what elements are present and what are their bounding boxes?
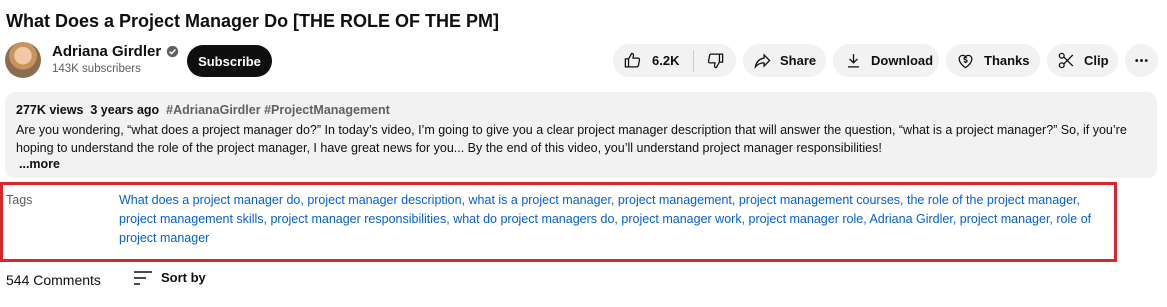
download-icon [847,54,860,68]
tag-link[interactable]: project management skills [119,212,264,226]
sort-icon[interactable] [133,269,153,287]
clip-label: Clip [1084,53,1109,68]
thanks-button[interactable]: Thanks [946,44,1040,77]
thumbs-up-icon [624,52,641,68]
download-button[interactable]: Download [833,44,939,77]
like-count: 6.2K [652,53,680,68]
comments-header: 544 Comments Sort by [0,268,1167,298]
sort-by-button[interactable]: Sort by [161,270,206,285]
tag-link[interactable]: project management [618,193,732,207]
tag-link[interactable]: what do project managers do [453,212,614,226]
tag-separator: , [731,193,739,207]
subscriber-count: 143K subscribers [52,63,141,75]
super-thanks-icon [958,54,973,69]
tags-list: What does a project manager do, project … [119,191,1104,248]
share-button[interactable]: Share [743,44,826,77]
more-actions-button[interactable] [1125,44,1158,77]
channel-info: Adriana Girdler 143K subscribers [52,43,179,75]
tag-link[interactable]: Adriana Girdler [869,212,952,226]
tag-separator: , [461,193,469,207]
verified-icon [167,45,179,58]
subscribe-button[interactable]: Subscribe [187,45,272,77]
show-more-link[interactable]: ...more [19,157,60,171]
channel-name-row: Adriana Girdler [52,43,179,60]
tag-separator: , [900,193,907,207]
tag-link[interactable]: project manager description [307,193,461,207]
share-label: Share [780,53,817,68]
video-title: What Does a Project Manager Do [THE ROLE… [6,11,500,31]
more-horizontal-icon [1135,59,1148,62]
tag-separator: , [610,193,618,207]
dislike-button[interactable] [694,44,736,77]
hashtags[interactable]: #AdrianaGirdler #ProjectManagement [166,103,390,117]
thanks-label: Thanks [984,53,1030,68]
tag-link[interactable]: project manager [960,212,1050,226]
thumbs-down-icon [707,53,723,69]
download-label: Download [871,53,934,68]
scissors-icon [1058,52,1074,69]
clip-button[interactable]: Clip [1047,44,1118,77]
tag-link[interactable]: project manager work [621,212,741,226]
description-box[interactable]: 277K views 3 years ago #AdrianaGirdler #… [5,92,1157,178]
tag-link[interactable]: What does a project manager do [119,193,300,207]
like-dislike-group: 6.2K [613,44,736,77]
like-button[interactable]: 6.2K [613,44,693,77]
channel-avatar[interactable] [5,42,41,78]
tag-separator: , [1076,193,1081,207]
tag-link[interactable]: what is a project manager [469,193,611,207]
tag-link[interactable]: project manager responsibilities [270,212,446,226]
tag-link[interactable]: project management courses [739,193,900,207]
channel-row: Adriana Girdler 143K subscribers Subscri… [0,40,1167,84]
tag-link[interactable]: the role of the project manager [907,193,1077,207]
tag-link[interactable]: project manager role [749,212,864,226]
share-icon [754,53,771,70]
tags-label: Tags [6,193,33,207]
view-count: 277K views [16,103,84,117]
tag-separator: , [741,212,749,226]
tag-separator: , [952,212,960,226]
channel-name[interactable]: Adriana Girdler [52,43,161,60]
description-text: Are you wondering, “what does a project … [16,123,1127,155]
comments-count: 544 Comments [6,272,101,288]
description-meta: 277K views 3 years ago #AdrianaGirdler #… [16,103,390,117]
upload-age: 3 years ago [90,103,160,117]
